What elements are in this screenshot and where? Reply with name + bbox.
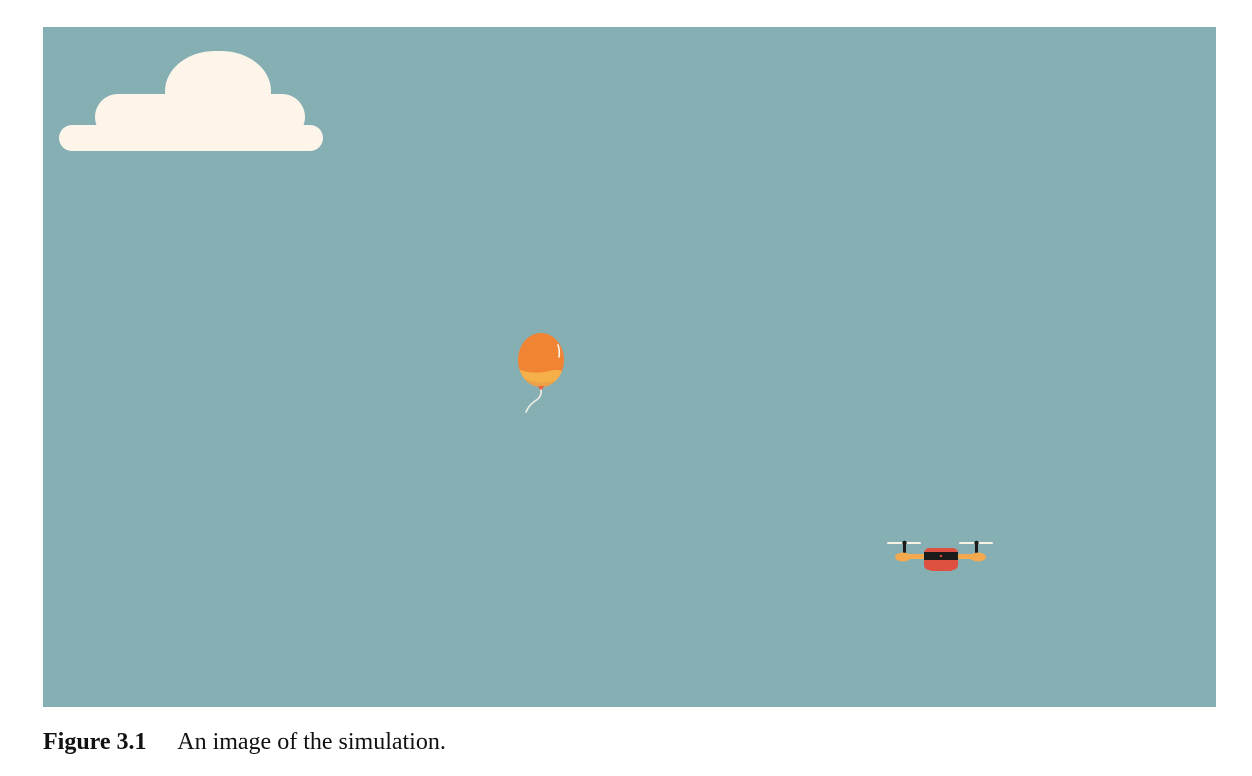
drone xyxy=(887,540,993,571)
cloud xyxy=(59,51,323,151)
figure-label: Figure 3.1 xyxy=(43,729,147,755)
figure-caption: Figure 3.1 An image of the simulation. xyxy=(43,730,446,754)
balloon xyxy=(518,333,564,413)
figure-caption-text: An image of the simulation. xyxy=(177,729,446,755)
simulation-canvas xyxy=(43,27,1216,707)
